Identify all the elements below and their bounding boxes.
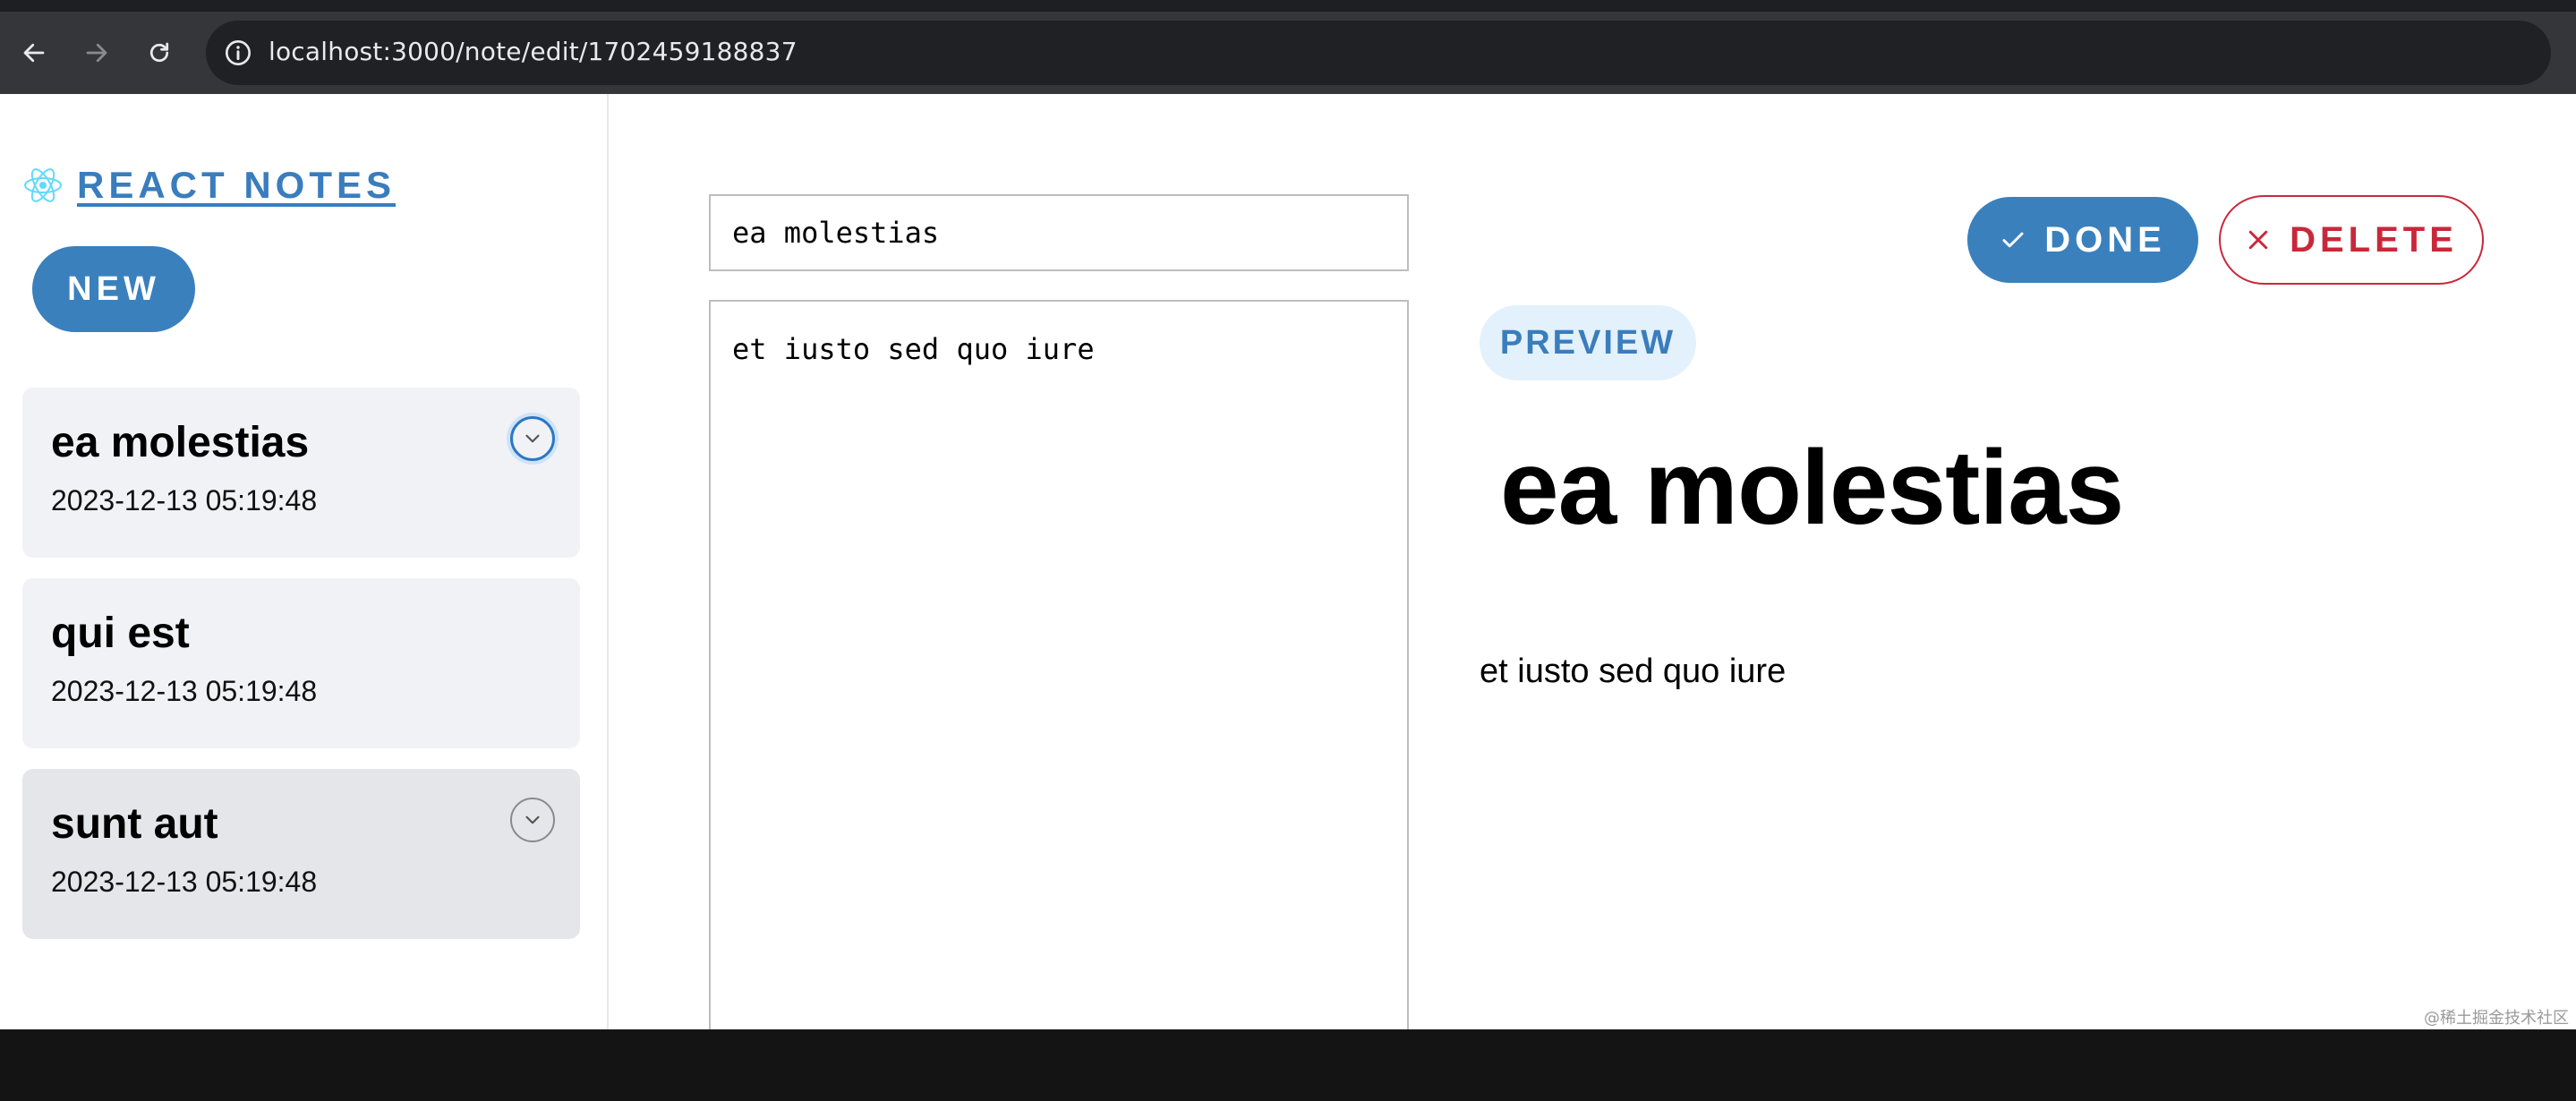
brand-link[interactable]: REACT NOTES bbox=[21, 164, 396, 207]
brand-title[interactable]: REACT NOTES bbox=[77, 164, 396, 207]
react-atom-icon bbox=[24, 168, 62, 202]
close-icon bbox=[2245, 226, 2272, 253]
address-bar[interactable]: localhost:3000/note/edit/1702459188837 bbox=[206, 21, 2551, 85]
site-info-icon[interactable] bbox=[224, 38, 252, 67]
bottom-bar bbox=[0, 1029, 2576, 1101]
url-text[interactable]: localhost:3000/note/edit/1702459188837 bbox=[269, 37, 798, 66]
expand-note-toggle[interactable] bbox=[510, 798, 555, 842]
note-title: sunt aut bbox=[51, 800, 218, 848]
delete-label: DELETE bbox=[2290, 219, 2458, 260]
watermark: @稀土掘金技术社区 bbox=[2424, 1009, 2569, 1028]
done-button[interactable]: DONE bbox=[1967, 197, 2198, 283]
check-icon bbox=[2000, 226, 2026, 253]
expand-note-toggle[interactable] bbox=[510, 416, 555, 461]
browser-toolbar: localhost:3000/note/edit/1702459188837 bbox=[0, 12, 2576, 94]
sidebar: REACT NOTES NEW ea molestias 2023-12-13 … bbox=[0, 94, 609, 1029]
chevron-down-icon bbox=[525, 815, 540, 824]
delete-button[interactable]: DELETE bbox=[2219, 195, 2484, 285]
note-list-item[interactable]: qui est 2023-12-13 05:19:48 bbox=[22, 578, 580, 748]
note-date: 2023-12-13 05:19:48 bbox=[51, 484, 318, 516]
note-list-item[interactable]: sunt aut 2023-12-13 05:19:48 bbox=[22, 769, 580, 939]
note-date: 2023-12-13 05:19:48 bbox=[51, 866, 318, 898]
page-viewport: REACT NOTES NEW ea molestias 2023-12-13 … bbox=[0, 94, 2576, 1029]
note-title-input[interactable] bbox=[709, 194, 1409, 271]
arrow-left-icon bbox=[23, 43, 45, 63]
reload-icon bbox=[149, 42, 169, 63]
preview-title: ea molestias bbox=[1500, 429, 2124, 547]
forward-button[interactable] bbox=[75, 31, 118, 74]
done-label: DONE bbox=[2044, 219, 2166, 260]
reload-button[interactable] bbox=[138, 31, 181, 74]
new-note-button[interactable]: NEW bbox=[32, 246, 195, 332]
browser-tab-strip bbox=[0, 0, 2576, 12]
arrow-right-icon bbox=[86, 43, 107, 63]
note-list-item[interactable]: ea molestias 2023-12-13 05:19:48 bbox=[22, 388, 580, 558]
note-body-textarea[interactable]: et iusto sed quo iure bbox=[709, 300, 1409, 1029]
chevron-down-icon bbox=[525, 434, 540, 443]
back-button[interactable] bbox=[13, 31, 55, 74]
note-title: qui est bbox=[51, 610, 190, 657]
note-date: 2023-12-13 05:19:48 bbox=[51, 675, 318, 707]
note-title: ea molestias bbox=[51, 419, 310, 466]
preview-body: et iusto sed quo iure bbox=[1480, 653, 1787, 690]
preview-badge: PREVIEW bbox=[1480, 305, 1696, 380]
